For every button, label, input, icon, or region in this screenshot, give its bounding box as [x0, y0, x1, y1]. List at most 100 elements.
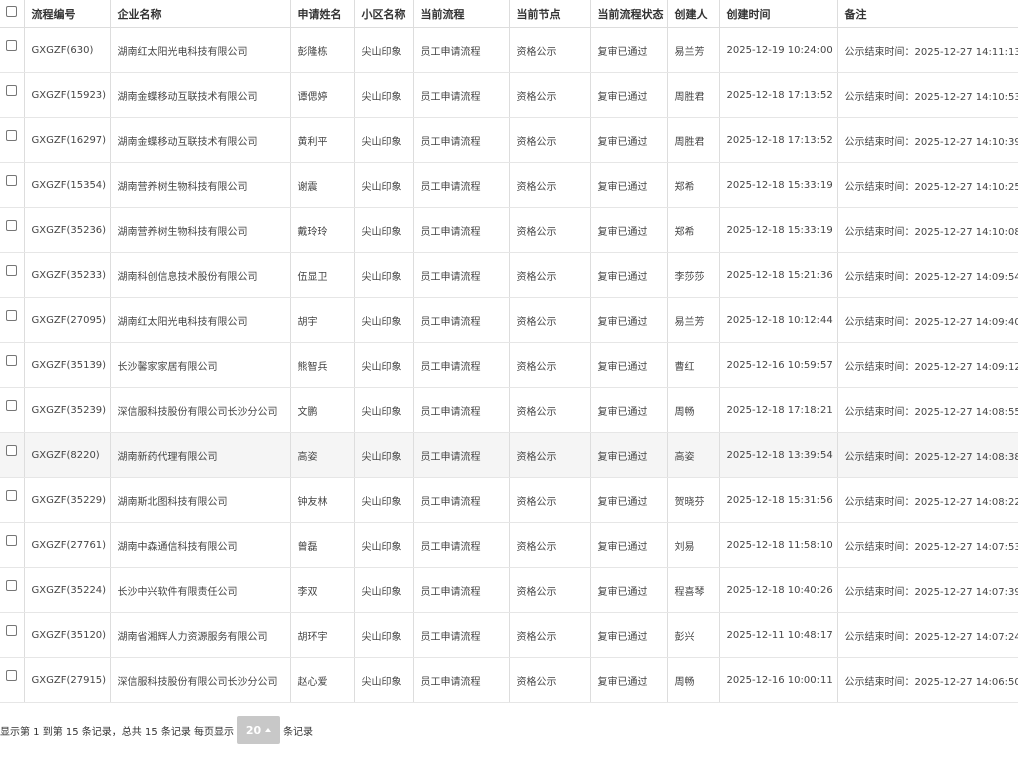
cell-process-id[interactable]: GXGZF(27915) [24, 657, 111, 703]
row-checkbox[interactable] [6, 85, 18, 96]
cell-flow-status: 复审已通过 [590, 252, 668, 298]
table-row[interactable]: GXGZF(35139) 长沙馨家家居有限公司 熊智兵 尖山印象 员工申请流程 资格公示复… [0, 342, 1018, 388]
cell-remark: 公示结束时间：2025-12-27 14:10:53 [837, 72, 1018, 118]
cell-created-time: 2025-12-18 17:13:52 [719, 117, 838, 163]
cell-applicant: 彭隆栋 [290, 27, 355, 73]
table-row[interactable]: GXGZF(35224) 长沙中兴软件有限责任公司 李双 尖山印象 员工申请流程 资格公示… [0, 567, 1018, 613]
table-row[interactable]: GXGZF(35236) 湖南营养树生物科技有限公司 戴玲玲 尖山印象 员工申请流程 资格… [0, 207, 1018, 253]
cell-process-id[interactable]: GXGZF(15923) [24, 72, 111, 118]
row-checkbox[interactable] [6, 670, 18, 681]
column-header-company[interactable]: 企业名称 [110, 0, 291, 28]
column-header-current-node[interactable]: 当前节点 [509, 0, 591, 28]
column-header-remark[interactable]: 备注 [837, 0, 1018, 28]
row-select-cell [0, 567, 25, 613]
cell-flow-status: 复审已通过 [590, 27, 668, 73]
table-row[interactable]: GXGZF(35120) 湖南省湘辉人力资源服务有限公司 胡环宇 尖山印象 员工申请流程… [0, 612, 1018, 658]
cell-flow-status: 复审已通过 [590, 477, 668, 523]
column-header-current-flow[interactable]: 当前流程 [413, 0, 510, 28]
cell-process-id[interactable]: GXGZF(27761) [24, 522, 111, 568]
row-checkbox[interactable] [6, 40, 18, 51]
cell-community: 尖山印象 [354, 432, 414, 478]
row-checkbox[interactable] [6, 490, 18, 501]
cell-process-id[interactable]: GXGZF(35229) [24, 477, 111, 523]
cell-creator: 郑希 [667, 162, 720, 208]
cell-creator: 李莎莎 [667, 252, 720, 298]
row-select-cell [0, 117, 25, 163]
table-row[interactable]: GXGZF(16297) 湖南金蝶移动互联技术有限公司 黄利平 尖山印象 员工申请流程资… [0, 117, 1018, 163]
row-checkbox[interactable] [6, 445, 18, 456]
select-all-checkbox[interactable] [6, 5, 18, 17]
results-table-container: 流程编号 企业名称 申请姓名 小区名称 当前流程 当前节点 当前流程状态 创建人… [0, 0, 1018, 703]
row-checkbox[interactable] [6, 625, 18, 636]
row-checkbox[interactable] [6, 580, 18, 591]
column-header-process-id[interactable]: 流程编号 [24, 0, 111, 28]
cell-remark: 公示结束时间：2025-12-27 14:10:25 [837, 162, 1018, 208]
cell-created-time: 2025-12-18 10:12:44 [719, 297, 838, 343]
cell-community: 尖山印象 [354, 477, 414, 523]
cell-remark: 公示结束时间：2025-12-27 14:09:54 [837, 252, 1018, 298]
caret-up-icon [265, 728, 272, 732]
row-checkbox[interactable] [6, 400, 18, 411]
cell-creator: 贺晓芬 [667, 477, 720, 523]
cell-created-time: 2025-12-18 17:13:52 [719, 72, 838, 118]
cell-creator: 周畅 [667, 657, 720, 703]
table-row[interactable]: GXGZF(27761) 湖南中森通信科技有限公司 曾磊 尖山印象 员工申请流程 资格公示… [0, 522, 1018, 568]
cell-applicant: 黄利平 [290, 117, 355, 163]
row-checkbox[interactable] [6, 535, 18, 546]
cell-creator: 周畅 [667, 387, 720, 433]
cell-flow-status: 复审已通过 [590, 432, 668, 478]
page-size-dropdown[interactable]: 20 [237, 716, 281, 744]
cell-company: 湖南营养树生物科技有限公司 [110, 162, 291, 208]
table-row[interactable]: GXGZF(35229) 湖南斯北图科技有限公司 钟友林 尖山印象 员工申请流程 资格公示… [0, 477, 1018, 523]
cell-company: 湖南斯北图科技有限公司 [110, 477, 291, 523]
cell-community: 尖山印象 [354, 27, 414, 73]
cell-current-node: 资格公示 [509, 612, 591, 658]
cell-process-id[interactable]: GXGZF(630) [24, 27, 111, 73]
column-header-applicant[interactable]: 申请姓名 [290, 0, 355, 28]
cell-process-id[interactable]: GXGZF(16297) [24, 117, 111, 163]
column-header-flow-status[interactable]: 当前流程状态 [590, 0, 668, 28]
cell-company: 湖南科创信息技术股份有限公司 [110, 252, 291, 298]
cell-process-id[interactable]: GXGZF(35120) [24, 612, 111, 658]
column-header-created-time[interactable]: 创建时间 [719, 0, 838, 28]
table-row[interactable]: GXGZF(8220) 湖南新药代理有限公司 高姿 尖山印象 员工申请流程 资格公示 复审已… [0, 432, 1018, 478]
cell-process-id[interactable]: GXGZF(27095) [24, 297, 111, 343]
cell-process-id[interactable]: GXGZF(15354) [24, 162, 111, 208]
row-checkbox[interactable] [6, 265, 18, 276]
cell-current-node: 资格公示 [509, 117, 591, 163]
table-row[interactable]: GXGZF(15354) 湖南营养树生物科技有限公司 谢震 尖山印象 员工申请流程 资格公… [0, 162, 1018, 208]
row-checkbox[interactable] [6, 130, 18, 141]
cell-current-node: 资格公示 [509, 567, 591, 613]
column-header-creator[interactable]: 创建人 [667, 0, 720, 28]
cell-creator: 易兰芳 [667, 297, 720, 343]
cell-process-id[interactable]: GXGZF(35139) [24, 342, 111, 388]
cell-applicant: 熊智兵 [290, 342, 355, 388]
row-checkbox[interactable] [6, 310, 18, 321]
cell-community: 尖山印象 [354, 567, 414, 613]
cell-creator: 郑希 [667, 207, 720, 253]
cell-creator: 易兰芳 [667, 27, 720, 73]
row-checkbox[interactable] [6, 220, 18, 231]
cell-current-flow: 员工申请流程 [413, 342, 510, 388]
cell-flow-status: 复审已通过 [590, 297, 668, 343]
table-row[interactable]: GXGZF(630) 湖南红太阳光电科技有限公司 彭隆栋 尖山印象 员工申请流程 资格公示… [0, 27, 1018, 73]
table-row[interactable]: GXGZF(35239) 深信服科技股份有限公司长沙分公司 文鹏 尖山印象 员工申请流程… [0, 387, 1018, 433]
cell-company: 湖南金蝶移动互联技术有限公司 [110, 117, 291, 163]
cell-created-time: 2025-12-16 10:00:11 [719, 657, 838, 703]
row-checkbox[interactable] [6, 355, 18, 366]
column-header-community[interactable]: 小区名称 [354, 0, 414, 28]
cell-company: 长沙中兴软件有限责任公司 [110, 567, 291, 613]
table-row[interactable]: GXGZF(35233) 湖南科创信息技术股份有限公司 伍显卫 尖山印象 员工申请流程资… [0, 252, 1018, 298]
cell-process-id[interactable]: GXGZF(35239) [24, 387, 111, 433]
cell-process-id[interactable]: GXGZF(35224) [24, 567, 111, 613]
row-select-cell [0, 27, 25, 73]
table-row[interactable]: GXGZF(27915) 深信服科技股份有限公司长沙分公司 赵心爱 尖山印象 员工申请流… [0, 657, 1018, 703]
cell-process-id[interactable]: GXGZF(35233) [24, 252, 111, 298]
table-row[interactable]: GXGZF(15923) 湖南金蝶移动互联技术有限公司 谭偲婷 尖山印象 员工申请流程资… [0, 72, 1018, 118]
cell-applicant: 文鹏 [290, 387, 355, 433]
row-checkbox[interactable] [6, 175, 18, 186]
cell-process-id[interactable]: GXGZF(8220) [24, 432, 111, 478]
cell-process-id[interactable]: GXGZF(35236) [24, 207, 111, 253]
cell-flow-status: 复审已通过 [590, 567, 668, 613]
table-row[interactable]: GXGZF(27095) 湖南红太阳光电科技有限公司 胡宇 尖山印象 员工申请流程 资格公… [0, 297, 1018, 343]
